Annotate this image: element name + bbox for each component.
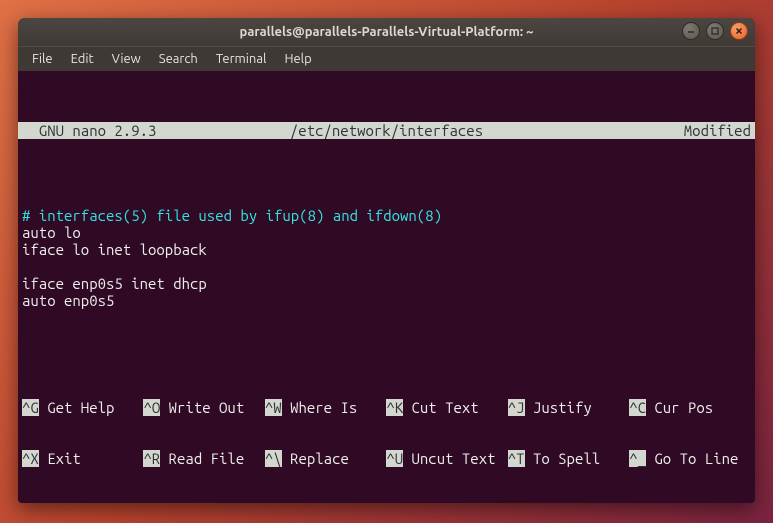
- shortcut-key: ^T: [508, 450, 525, 467]
- shortcut-row-2: ^XExit ^RRead File ^\Replace ^UUncut Tex…: [22, 450, 751, 467]
- terminal-viewport[interactable]: GNU nano 2.9.3 /etc/network/interfaces M…: [18, 71, 755, 503]
- shortcut-justify: ^JJustify: [508, 399, 629, 416]
- shortcut-where-is: ^WWhere Is: [265, 399, 386, 416]
- shortcut-exit: ^XExit: [22, 450, 143, 467]
- shortcut-go-to-line: ^_Go To Line: [629, 450, 750, 467]
- shortcut-key: ^J: [508, 399, 525, 416]
- shortcut-row-1: ^GGet Help ^OWrite Out ^WWhere Is ^KCut …: [22, 399, 751, 416]
- shortcut-to-spell: ^TTo Spell: [508, 450, 629, 467]
- editor-line: iface lo inet loopback: [22, 241, 751, 258]
- menu-search[interactable]: Search: [151, 50, 206, 68]
- shortcut-cut-text: ^KCut Text: [386, 399, 507, 416]
- shortcut-label: Where Is: [282, 399, 358, 416]
- shortcut-read-file: ^RRead File: [143, 450, 264, 467]
- menubar: File Edit View Search Terminal Help: [18, 46, 755, 71]
- shortcut-label: Justify: [525, 399, 592, 416]
- window-titlebar[interactable]: parallels@parallels-Parallels-Virtual-Pl…: [18, 18, 755, 46]
- shortcut-cur-pos: ^CCur Pos: [629, 399, 750, 416]
- nano-header-bar: GNU nano 2.9.3 /etc/network/interfaces M…: [18, 122, 755, 139]
- shortcut-label: To Spell: [525, 450, 601, 467]
- editor-line: auto enp0s5: [22, 292, 751, 309]
- editor-line: [22, 258, 751, 275]
- shortcut-label: Read File: [160, 450, 244, 467]
- shortcut-key: ^W: [265, 399, 282, 416]
- shortcut-label: Exit: [39, 450, 81, 467]
- shortcut-get-help: ^GGet Help: [22, 399, 143, 416]
- shortcut-uncut-text: ^UUncut Text: [386, 450, 507, 467]
- shortcut-key: ^G: [22, 399, 39, 416]
- shortcut-label: Get Help: [39, 399, 115, 416]
- shortcut-key: ^X: [22, 450, 39, 467]
- nano-shortcut-bar: ^GGet Help ^OWrite Out ^WWhere Is ^KCut …: [18, 365, 755, 503]
- shortcut-key: ^O: [143, 399, 160, 416]
- shortcut-label: Write Out: [160, 399, 244, 416]
- close-button[interactable]: [730, 22, 748, 40]
- shortcut-label: Uncut Text: [403, 450, 495, 467]
- editor-line: iface enp0s5 inet dhcp: [22, 275, 751, 292]
- shortcut-key: ^C: [629, 399, 646, 416]
- shortcut-label: Go To Line: [646, 450, 738, 467]
- editor-content[interactable]: # interfaces(5) file used by ifup(8) and…: [18, 190, 755, 309]
- menu-view[interactable]: View: [104, 50, 149, 68]
- shortcut-key: ^_: [629, 450, 646, 467]
- shortcut-label: Cut Text: [403, 399, 479, 416]
- window-controls: [682, 22, 748, 40]
- shortcut-label: Cur Pos: [646, 399, 713, 416]
- window-title: parallels@parallels-Parallels-Virtual-Pl…: [240, 25, 534, 39]
- shortcut-write-out: ^OWrite Out: [143, 399, 264, 416]
- maximize-button[interactable]: [706, 22, 724, 40]
- shortcut-key: ^U: [386, 450, 403, 467]
- nano-filename: /etc/network/interfaces: [263, 122, 511, 139]
- editor-line: auto lo: [22, 224, 751, 241]
- nano-version: GNU nano 2.9.3: [22, 122, 263, 139]
- terminal-window: parallels@parallels-Parallels-Virtual-Pl…: [18, 18, 755, 503]
- shortcut-key: ^R: [143, 450, 160, 467]
- nano-status: Modified: [510, 122, 751, 139]
- menu-file[interactable]: File: [24, 50, 61, 68]
- menu-help[interactable]: Help: [276, 50, 319, 68]
- blank-line: [22, 190, 751, 207]
- shortcut-label: Replace: [282, 450, 349, 467]
- menu-edit[interactable]: Edit: [63, 50, 102, 68]
- shortcut-key: ^\: [265, 450, 282, 467]
- editor-comment-line: # interfaces(5) file used by ifup(8) and…: [22, 207, 751, 224]
- menu-terminal[interactable]: Terminal: [208, 50, 275, 68]
- minimize-button[interactable]: [682, 22, 700, 40]
- shortcut-key: ^K: [386, 399, 403, 416]
- shortcut-replace: ^\Replace: [265, 450, 386, 467]
